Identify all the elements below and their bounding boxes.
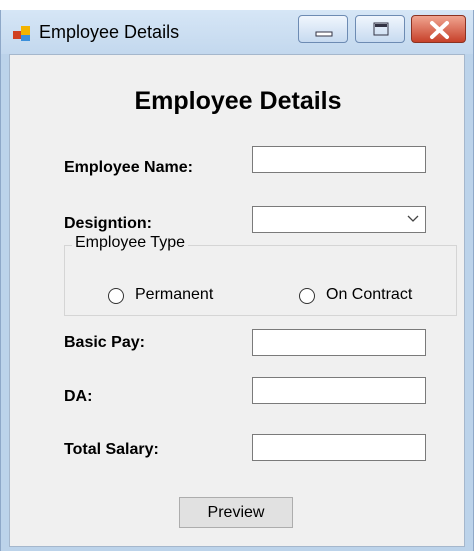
maximize-icon bbox=[373, 22, 389, 36]
permanent-radio-label[interactable]: Permanent bbox=[135, 286, 213, 304]
window-title: Employee Details bbox=[39, 22, 180, 42]
contract-radio-label[interactable]: On Contract bbox=[326, 286, 412, 304]
app-icon bbox=[13, 26, 31, 42]
chevron-down-icon bbox=[407, 215, 419, 222]
designation-select[interactable] bbox=[252, 206, 426, 233]
cropped-page-text bbox=[0, 0, 474, 10]
employee-name-input[interactable] bbox=[252, 146, 426, 173]
employee-name-label: Employee Name: bbox=[64, 159, 193, 176]
minimize-button[interactable] bbox=[298, 15, 348, 43]
title-bar[interactable]: Employee Details bbox=[1, 10, 473, 54]
form-client-area: Employee Details Employee Name: Designti… bbox=[9, 54, 465, 547]
maximize-button[interactable] bbox=[355, 15, 405, 43]
total-salary-label: Total Salary: bbox=[64, 441, 159, 458]
contract-radio[interactable] bbox=[299, 288, 315, 304]
minimize-icon bbox=[315, 31, 333, 37]
basic-pay-input[interactable] bbox=[252, 329, 426, 356]
employee-type-groupbox bbox=[64, 245, 457, 316]
form-heading: Employee Details bbox=[134, 87, 342, 115]
da-input[interactable] bbox=[252, 377, 426, 404]
basic-pay-label: Basic Pay: bbox=[64, 334, 145, 351]
close-button[interactable] bbox=[411, 15, 466, 43]
da-label: DA: bbox=[64, 388, 93, 405]
close-icon bbox=[430, 21, 449, 39]
total-salary-input[interactable] bbox=[252, 434, 426, 461]
preview-button[interactable]: Preview bbox=[179, 497, 293, 528]
designation-label: Designtion: bbox=[64, 215, 152, 232]
employee-type-group-label: Employee Type bbox=[72, 234, 188, 252]
permanent-radio[interactable] bbox=[108, 288, 124, 304]
app-window: Employee Details Employee Details Employ… bbox=[0, 10, 474, 551]
